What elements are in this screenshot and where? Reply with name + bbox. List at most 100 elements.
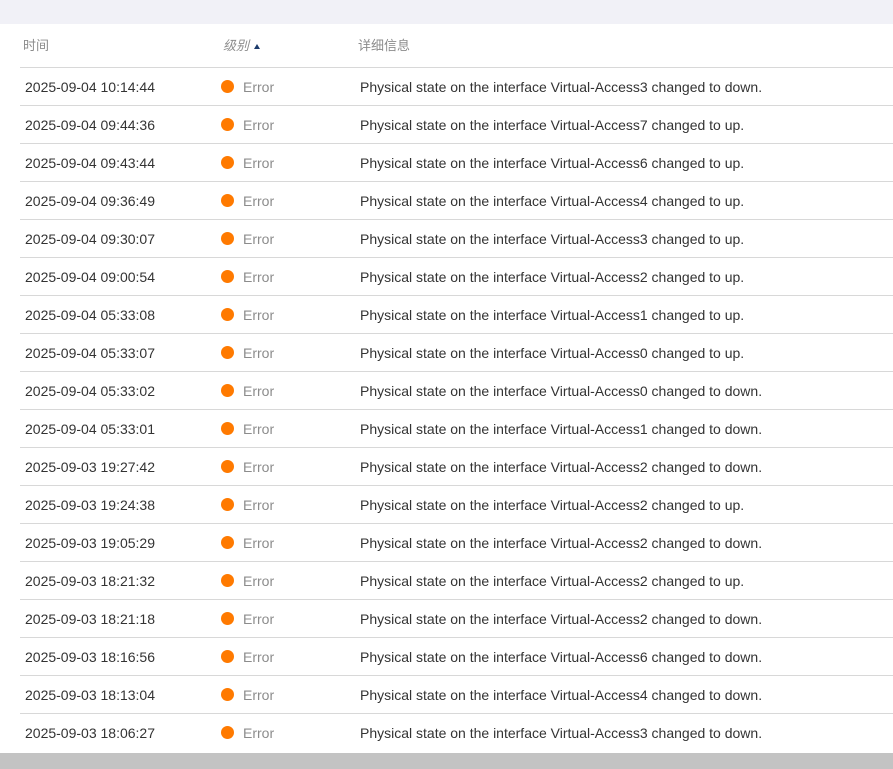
level-cell: Error	[221, 524, 274, 562]
error-status-dot-icon	[221, 80, 234, 93]
table-header: 时间 级别 详细信息	[20, 24, 893, 68]
table-body: 2025-09-04 10:14:44 Error Physical state o…	[20, 68, 893, 752]
column-header-level-label: 级别	[223, 38, 250, 53]
level-cell: Error	[221, 486, 274, 524]
time-cell: 2025-09-04 05:33:01	[25, 421, 155, 437]
table-row[interactable]: 2025-09-04 05:33:02 Error Physical state o…	[20, 372, 893, 410]
table-row[interactable]: 2025-09-04 09:30:07 Error Physical state o…	[20, 220, 893, 258]
level-label: Error	[243, 383, 275, 399]
table-row[interactable]: 2025-09-03 18:21:18 Error Physical state o…	[20, 600, 893, 638]
time-cell: 2025-09-03 18:13:04	[25, 687, 155, 703]
detail-cell: Physical state on the interface Virtual-…	[360, 193, 745, 209]
error-status-dot-icon	[221, 156, 234, 169]
error-status-dot-icon	[221, 536, 234, 549]
level-cell: Error	[221, 638, 274, 676]
time-cell: 2025-09-04 09:00:54	[25, 269, 155, 285]
table-row[interactable]: 2025-09-03 19:05:29 Error Physical state o…	[20, 524, 893, 562]
detail-cell: Physical state on the interface Virtual-…	[360, 649, 763, 665]
detail-cell: Physical state on the interface Virtual-…	[360, 155, 745, 171]
error-status-dot-icon	[221, 270, 234, 283]
column-header-level[interactable]: 级别	[223, 24, 261, 68]
detail-cell: Physical state on the interface Virtual-…	[360, 307, 745, 323]
level-cell: Error	[221, 410, 274, 448]
table-row[interactable]: 2025-09-04 05:33:07 Error Physical state o…	[20, 334, 893, 372]
table-row[interactable]: 2025-09-04 10:14:44 Error Physical state o…	[20, 68, 893, 106]
time-cell: 2025-09-04 09:36:49	[25, 193, 155, 209]
detail-cell: Physical state on the interface Virtual-…	[360, 269, 745, 285]
error-status-dot-icon	[221, 308, 234, 321]
level-label: Error	[243, 459, 275, 475]
time-cell: 2025-09-04 05:33:07	[25, 345, 155, 361]
level-cell: Error	[221, 258, 274, 296]
level-label: Error	[243, 155, 275, 171]
detail-cell: Physical state on the interface Virtual-…	[360, 535, 763, 551]
level-cell: Error	[221, 220, 274, 258]
table-row[interactable]: 2025-09-04 09:44:36 Error Physical state o…	[20, 106, 893, 144]
time-cell: 2025-09-04 10:14:44	[25, 79, 155, 95]
level-cell: Error	[221, 676, 274, 714]
detail-cell: Physical state on the interface Virtual-…	[360, 573, 745, 589]
table-row[interactable]: 2025-09-04 09:43:44 Error Physical state o…	[20, 144, 893, 182]
error-status-dot-icon	[221, 612, 234, 625]
time-cell: 2025-09-03 18:06:27	[25, 725, 155, 741]
level-cell: Error	[221, 600, 274, 638]
error-status-dot-icon	[221, 726, 234, 739]
level-cell: Error	[221, 448, 274, 486]
time-cell: 2025-09-03 18:21:18	[25, 611, 155, 627]
error-status-dot-icon	[221, 574, 234, 587]
table-row[interactable]: 2025-09-04 09:36:49 Error Physical state o…	[20, 182, 893, 220]
error-status-dot-icon	[221, 650, 234, 663]
table-row[interactable]: 2025-09-03 18:13:04 Error Physical state o…	[20, 676, 893, 714]
level-label: Error	[243, 687, 275, 703]
table-row[interactable]: 2025-09-04 05:33:08 Error Physical state o…	[20, 296, 893, 334]
table-row[interactable]: 2025-09-04 05:33:01 Error Physical state o…	[20, 410, 893, 448]
sort-ascending-icon[interactable]	[254, 44, 261, 49]
table-row[interactable]: 2025-09-03 18:06:27 Error Physical state o…	[20, 714, 893, 752]
level-label: Error	[243, 535, 275, 551]
level-label: Error	[243, 193, 275, 209]
level-cell: Error	[221, 372, 274, 410]
table-row[interactable]: 2025-09-03 19:24:38 Error Physical state o…	[20, 486, 893, 524]
level-cell: Error	[221, 296, 274, 334]
level-label: Error	[243, 497, 275, 513]
detail-cell: Physical state on the interface Virtual-…	[360, 231, 745, 247]
level-cell: Error	[221, 562, 274, 600]
horizontal-scrollbar[interactable]	[0, 753, 893, 769]
time-cell: 2025-09-03 19:05:29	[25, 535, 155, 551]
detail-cell: Physical state on the interface Virtual-…	[360, 117, 745, 133]
level-label: Error	[243, 117, 275, 133]
detail-cell: Physical state on the interface Virtual-…	[360, 725, 763, 741]
error-status-dot-icon	[221, 688, 234, 701]
table-row[interactable]: 2025-09-03 18:16:56 Error Physical state o…	[20, 638, 893, 676]
error-status-dot-icon	[221, 384, 234, 397]
time-cell: 2025-09-03 19:24:38	[25, 497, 155, 513]
level-label: Error	[243, 573, 275, 589]
table-row[interactable]: 2025-09-03 19:27:42 Error Physical state o…	[20, 448, 893, 486]
time-cell: 2025-09-03 18:16:56	[25, 649, 155, 665]
level-cell: Error	[221, 334, 274, 372]
detail-cell: Physical state on the interface Virtual-…	[360, 497, 745, 513]
column-header-time[interactable]: 时间	[23, 24, 49, 68]
detail-cell: Physical state on the interface Virtual-…	[360, 383, 763, 399]
time-cell: 2025-09-03 18:21:32	[25, 573, 155, 589]
level-label: Error	[243, 269, 275, 285]
detail-cell: Physical state on the interface Virtual-…	[360, 79, 763, 95]
level-label: Error	[243, 649, 275, 665]
time-cell: 2025-09-04 09:30:07	[25, 231, 155, 247]
error-status-dot-icon	[221, 194, 234, 207]
detail-cell: Physical state on the interface Virtual-…	[360, 687, 763, 703]
level-label: Error	[243, 611, 275, 627]
time-cell: 2025-09-04 09:43:44	[25, 155, 155, 171]
detail-cell: Physical state on the interface Virtual-…	[360, 421, 763, 437]
level-label: Error	[243, 345, 275, 361]
time-cell: 2025-09-04 09:44:36	[25, 117, 155, 133]
level-cell: Error	[221, 144, 274, 182]
level-cell: Error	[221, 68, 274, 106]
table-row[interactable]: 2025-09-03 18:21:32 Error Physical state o…	[20, 562, 893, 600]
level-label: Error	[243, 307, 275, 323]
level-label: Error	[243, 421, 275, 437]
table-row[interactable]: 2025-09-04 09:00:54 Error Physical state o…	[20, 258, 893, 296]
error-status-dot-icon	[221, 422, 234, 435]
time-cell: 2025-09-04 05:33:08	[25, 307, 155, 323]
column-header-detail[interactable]: 详细信息	[358, 24, 410, 68]
